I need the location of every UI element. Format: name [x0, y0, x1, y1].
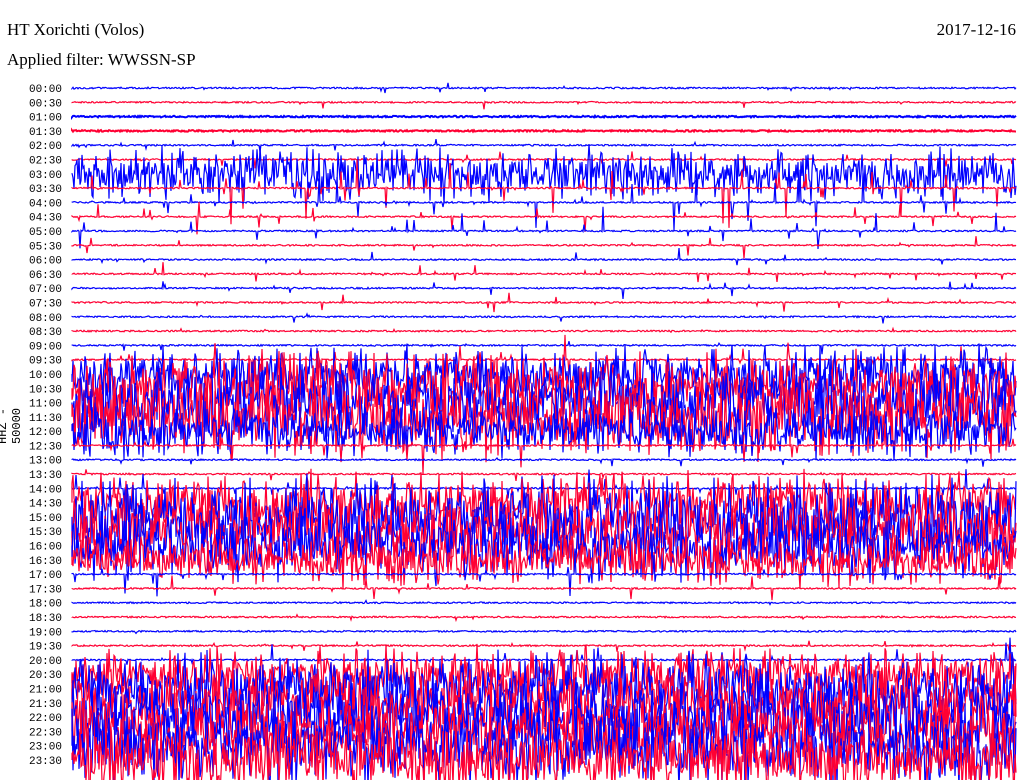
trace-1330	[71, 469, 1017, 481]
time-tick-label: 13:30	[29, 470, 62, 482]
trace-0600	[71, 247, 1017, 266]
trace-0730	[71, 292, 1017, 313]
time-tick-label: 16:30	[29, 556, 62, 568]
trace-0530	[71, 236, 1017, 259]
time-tick-label: 02:00	[29, 141, 62, 153]
time-tick-label: 06:30	[29, 270, 62, 282]
trace-0300	[71, 143, 1017, 204]
time-tick-label: 09:30	[29, 356, 62, 368]
trace-1900	[71, 629, 1017, 635]
trace-1730	[71, 575, 1017, 601]
trace-0630	[71, 262, 1017, 283]
time-tick-label: 11:00	[29, 399, 62, 411]
trace-1300	[71, 457, 1017, 467]
time-tick-label: 11:30	[29, 413, 62, 425]
time-tick-label: 20:00	[29, 656, 62, 668]
time-tick-label: 00:30	[29, 98, 62, 110]
time-tick-label: 12:00	[29, 427, 62, 439]
time-tick-label: 10:30	[29, 384, 62, 396]
time-tick-label: 01:30	[29, 127, 62, 139]
time-tick-label: 17:00	[29, 570, 62, 582]
trace-0500	[71, 206, 1017, 250]
time-tick-label: 19:30	[29, 642, 62, 654]
trace-0200	[71, 138, 1017, 152]
time-tick-label: 19:00	[29, 627, 62, 639]
time-tick-label: 05:30	[29, 241, 62, 253]
time-tick-label: 08:00	[29, 313, 62, 325]
time-tick-label: 23:30	[29, 756, 62, 768]
trace-0830	[71, 326, 1017, 334]
trace-0700	[71, 281, 1017, 300]
time-tick-label: 22:00	[29, 713, 62, 725]
trace-0000	[71, 82, 1017, 94]
trace-0100	[71, 114, 1017, 121]
time-tick-label: 07:00	[29, 284, 62, 296]
time-tick-label: 22:30	[29, 727, 62, 739]
time-tick-label: 10:00	[29, 370, 62, 382]
time-tick-label: 04:30	[29, 213, 62, 225]
trace-0800	[71, 312, 1017, 324]
time-tick-label: 15:00	[29, 513, 62, 525]
time-tick-label: 21:00	[29, 685, 62, 697]
time-tick-label: 18:00	[29, 599, 62, 611]
time-tick-label: 04:00	[29, 198, 62, 210]
time-tick-label: 08:30	[29, 327, 62, 339]
time-tick-label: 02:30	[29, 155, 62, 167]
time-tick-label: 00:00	[29, 84, 62, 96]
trace-1830	[71, 613, 1017, 623]
time-tick-label: 01:00	[29, 113, 62, 125]
time-tick-label: 20:30	[29, 670, 62, 682]
trace-1800	[71, 599, 1017, 606]
time-tick-label: 13:00	[29, 456, 62, 468]
time-tick-label: 15:30	[29, 527, 62, 539]
trace-0030	[71, 100, 1017, 110]
time-tick-label: 06:00	[29, 256, 62, 268]
time-tick-label: 14:30	[29, 499, 62, 511]
time-tick-label: 09:00	[29, 341, 62, 353]
time-tick-label: 21:30	[29, 699, 62, 711]
trace-0130	[71, 127, 1016, 134]
time-tick-label: 18:30	[29, 613, 62, 625]
helicorder-plot: 00:00 00:30 01:00 01:30 02:00 02:30 03:00 03:30…	[29, 82, 1017, 780]
time-tick-label: 05:00	[29, 227, 62, 239]
time-tick-label: 17:30	[29, 584, 62, 596]
trace-1930	[71, 640, 1017, 652]
time-tick-label: 07:30	[29, 298, 62, 310]
time-tick-label: 03:00	[29, 170, 62, 182]
time-tick-label: 23:00	[29, 742, 62, 754]
time-tick-label: 16:00	[29, 542, 62, 554]
time-tick-label: 03:30	[29, 184, 62, 196]
trace-0900	[71, 341, 1017, 355]
time-tick-label: 12:30	[29, 441, 62, 453]
time-tick-label: 14:00	[29, 484, 62, 496]
